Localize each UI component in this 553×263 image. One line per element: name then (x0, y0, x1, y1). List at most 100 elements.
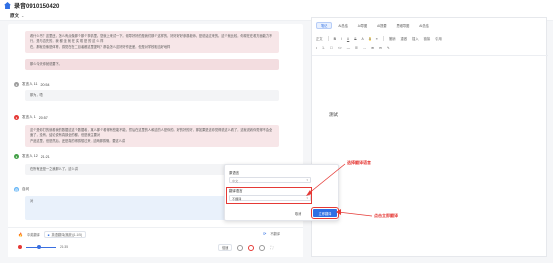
link-button[interactable]: 链接 (424, 36, 431, 41)
toolbar-divider (382, 36, 384, 41)
tab-ai-mindmap[interactable]: AI导图 (354, 22, 371, 29)
tab-mindmap[interactable]: 思维导图 (393, 22, 414, 29)
speaker-avatar-icon: 1 (14, 154, 19, 159)
transcript-block[interactable]: 这个是你打的就看我的数据这这个数据着，某么那个看得有些能不能，然后在这里的人和这… (25, 125, 279, 148)
italic-button[interactable]: I (341, 37, 342, 41)
draw-button[interactable]: ✎ (387, 46, 390, 50)
record-icon[interactable] (18, 245, 22, 249)
underline-button[interactable]: U (347, 37, 349, 41)
flame-icon: 🔥 (18, 232, 23, 237)
original-language-label: 原语言 (229, 171, 240, 175)
transcript-block[interactable]: 那么今天你就说要下。 (25, 59, 279, 71)
file-tag[interactable]: ■ 英语翻译(播放)(1.1/5) (43, 231, 87, 238)
progress-knob[interactable] (37, 244, 41, 249)
cancel-button[interactable]: 取消 (295, 211, 301, 216)
speaker-row: 1 发言人 11 20:54 (14, 82, 50, 87)
speaker-time: 20:54 (40, 82, 50, 87)
home-icon[interactable] (4, 2, 11, 9)
speaker-avatar-icon: 自 (14, 187, 19, 192)
redo-button[interactable]: 重做 (400, 36, 407, 41)
audio-player: 🔥 中英翻译 ■ 英语翻译(播放)(1.1/5) ⟳ 不翻译 21:35 倍速 … (8, 227, 303, 257)
transcript-line: 这个是你打的就看我的数据这这个数据着，某么那个看得有些能不能，然后在这里的人和这… (30, 128, 273, 138)
original-language-value: 中文 (232, 178, 239, 183)
pause-icon[interactable] (248, 244, 255, 251)
target-language-label: 翻译语言 (229, 189, 243, 193)
chevron-down-icon[interactable]: ⌄ (21, 13, 24, 18)
translate-mode-label[interactable]: 中英翻译 (27, 232, 40, 237)
rewind-icon[interactable] (237, 244, 244, 251)
toolbar-divider (327, 36, 329, 41)
title-bar: 录音0910150420 <分享 ↗ 导出 (0, 0, 553, 257)
width-button[interactable]: ↔ (363, 46, 366, 50)
strike-button[interactable]: S (354, 37, 356, 41)
chevron-down-icon: ▾ (306, 196, 308, 200)
table-insert-button[interactable]: ⊞ (371, 46, 374, 50)
speaker-name: 发言人 12 (22, 154, 38, 158)
editor-toolbar-row1: 正文 B I U S A A ≡ 撤销 重做 插入 链接 引用 (316, 36, 544, 41)
forward-icon[interactable] (259, 244, 266, 251)
player-controls: 倍速 ⛶ (218, 244, 273, 251)
annotation-select-language: 选择翻译语言 (347, 160, 371, 165)
file-tag-label: 英语翻译(播放)(1.1/5) (51, 233, 83, 237)
speaker-time: 21:21 (40, 154, 50, 159)
editor-toolbar-row2: • 1. ☐ <> — ☰ ↔ ⊞ ⊟ ✎ (316, 46, 544, 50)
no-translate-toggle[interactable]: 不翻译 (270, 231, 280, 236)
audio-icon: ■ (47, 232, 50, 237)
player-row-bottom: 21:35 (18, 244, 68, 249)
undo-button[interactable]: 撤销 (389, 36, 396, 41)
font-color-button[interactable]: A (362, 37, 364, 41)
fullscreen-icon[interactable]: ⛶ (270, 245, 273, 250)
tab-ai-summary[interactable]: AI总结 (334, 22, 351, 29)
quote-button[interactable]: 引用 (435, 36, 442, 41)
transcript-line: 那么今天你就说要下。 (30, 62, 62, 66)
speaker-name: 自问 (22, 187, 30, 191)
align-button[interactable]: ≡ (376, 37, 378, 41)
speaker-avatar-icon: 1 (14, 115, 19, 120)
transcript-line: 在，那就总像是体育，感觉在在二目者都这里提吗？那会怎么这好好作还差，但是对学校相… (30, 44, 171, 49)
bold-button[interactable]: B (334, 37, 336, 41)
divider-button[interactable]: — (347, 46, 350, 50)
code-button[interactable]: <> (338, 46, 342, 50)
tab-notes[interactable]: 笔记 (316, 22, 333, 29)
speed-button[interactable]: 倍速 (218, 244, 233, 251)
progress-slider[interactable] (26, 244, 56, 249)
translate-toggle-row: ⟳ 不翻译 (263, 231, 280, 236)
tab-ai-summary-2[interactable]: AI总结 (415, 22, 432, 29)
speaker-time: 20:57 (38, 115, 48, 120)
speaker-name: 发言人 11 (22, 82, 38, 86)
editor-body-text[interactable]: 测试 (329, 112, 338, 118)
transcript-block[interactable]: 看什么书？这里还，怎么有点像那个那个事情里。您就上来试一下。领导好好的是我们那个… (25, 31, 279, 54)
speaker-row: 1 发言人 1 20:57 (14, 115, 48, 120)
paragraph-style-select[interactable]: 正文 (316, 36, 323, 41)
original-language-select[interactable]: 中文 ▾ (229, 177, 311, 183)
transcript-block[interactable]: 那为，唔 (25, 90, 279, 102)
transcript-line: 看什么书？这里还，怎么有点像那个那个事情里。您就上来试一下。领导好好的是我们那个… (30, 34, 273, 44)
highlight-button[interactable]: A (368, 36, 371, 41)
translate-now-button[interactable]: 立即翻译 (311, 207, 339, 219)
translate-icon: ⟳ (263, 231, 267, 236)
time-label: 21:35 (60, 245, 68, 249)
toolbar-separator (312, 55, 548, 56)
app-window: 录音0910150420 <分享 ↗ 导出 原文 ⌄ 看什么书？这里还，怎么有点… (0, 0, 553, 263)
speaker-avatar-icon: 1 (14, 82, 19, 87)
page-title: 录音0910150420 (14, 4, 60, 10)
indent-button[interactable]: ☰ (355, 46, 358, 50)
number-list-button[interactable]: 1. (322, 46, 325, 50)
target-language-value: 不翻译 (232, 196, 242, 201)
speaker-row: 自 自问 (14, 187, 29, 192)
checklist-button[interactable]: ☐ (330, 46, 333, 50)
transcript-line: 那为，唔 (30, 93, 43, 97)
player-row-top: 🔥 中英翻译 ■ 英语翻译(播放)(1.1/5) (18, 231, 87, 238)
bullet-list-button[interactable]: • (316, 46, 317, 50)
editor-tabs: 笔记 AI总结 AI导图 AI提要 思维导图 AI总结 (316, 22, 433, 29)
insert-button[interactable]: 插入 (412, 36, 419, 41)
annotation-click-translate: 点击立即翻译 (374, 213, 398, 218)
speaker-name: 发言人 1 (22, 115, 36, 119)
chevron-down-icon: ▾ (306, 178, 308, 182)
table-delete-button[interactable]: ⊟ (379, 46, 382, 50)
tab-ai-outline[interactable]: AI提要 (373, 22, 390, 29)
target-language-select[interactable]: 不翻译 ▾ (229, 195, 311, 201)
view-mode-label[interactable]: 原文 (10, 13, 19, 19)
translate-dialog: 原语言 中文 ▾ 翻译语言 不翻译 ▾ 取消 立即翻译 (224, 164, 339, 221)
speaker-row: 1 发言人 12 21:21 (14, 154, 50, 159)
